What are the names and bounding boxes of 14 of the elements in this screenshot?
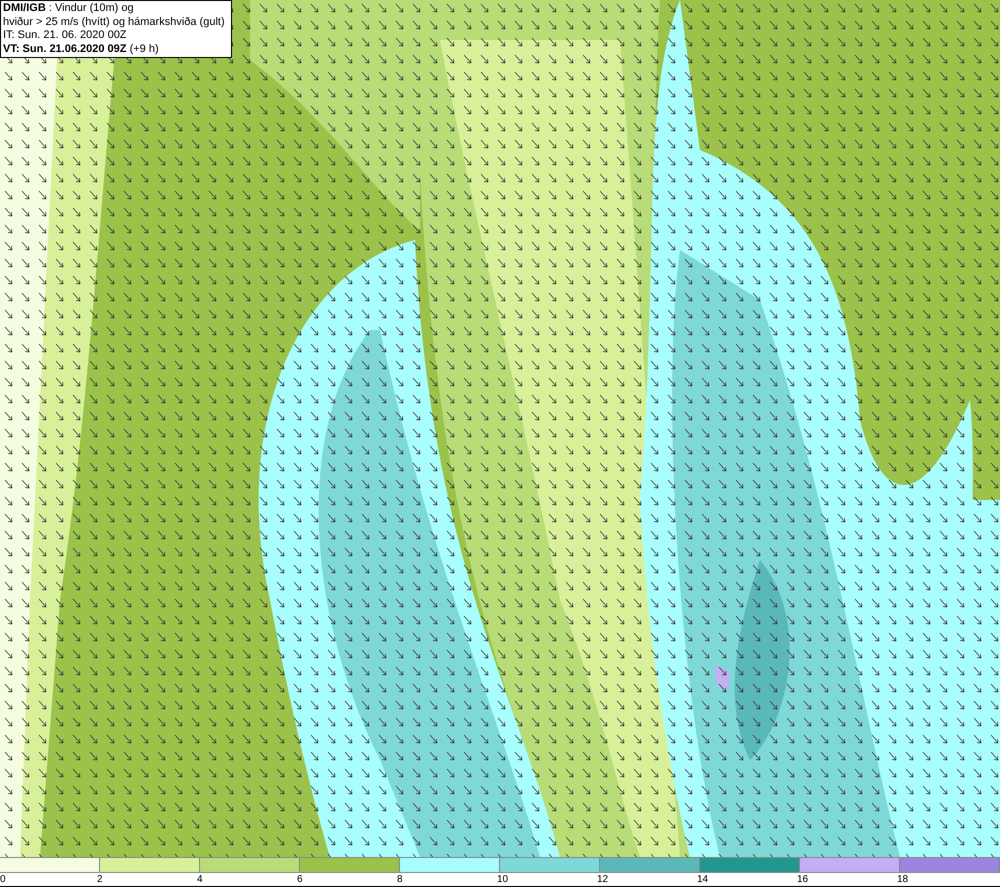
legend-tick-label: 6 [297,873,303,886]
legend-tick-label: 12 [597,873,608,886]
title-line: DMI/IGB : Vindur (10m) og [3,2,135,16]
legend-tick-label: 0 [0,873,6,886]
title-line: VT: Sun. 21.06.2020 09Z (+9 h) [3,42,160,56]
legend-tick-label: 16 [797,873,808,886]
title-line: hviður > 25 m/s (hvítt) og hámarkshviða (gult) [3,16,226,29]
legend-tick-label: 14 [697,873,708,886]
title-line: IT: Sun. 21. 06. 2020 00Z [3,29,128,42]
legend-tick-label: 18 [897,873,908,886]
legend-tick-label: 10 [497,873,508,886]
legend-tick-label: 2 [97,873,103,886]
legend-tick-label: 8 [397,873,403,886]
legend-tick-label: 4 [197,873,203,886]
